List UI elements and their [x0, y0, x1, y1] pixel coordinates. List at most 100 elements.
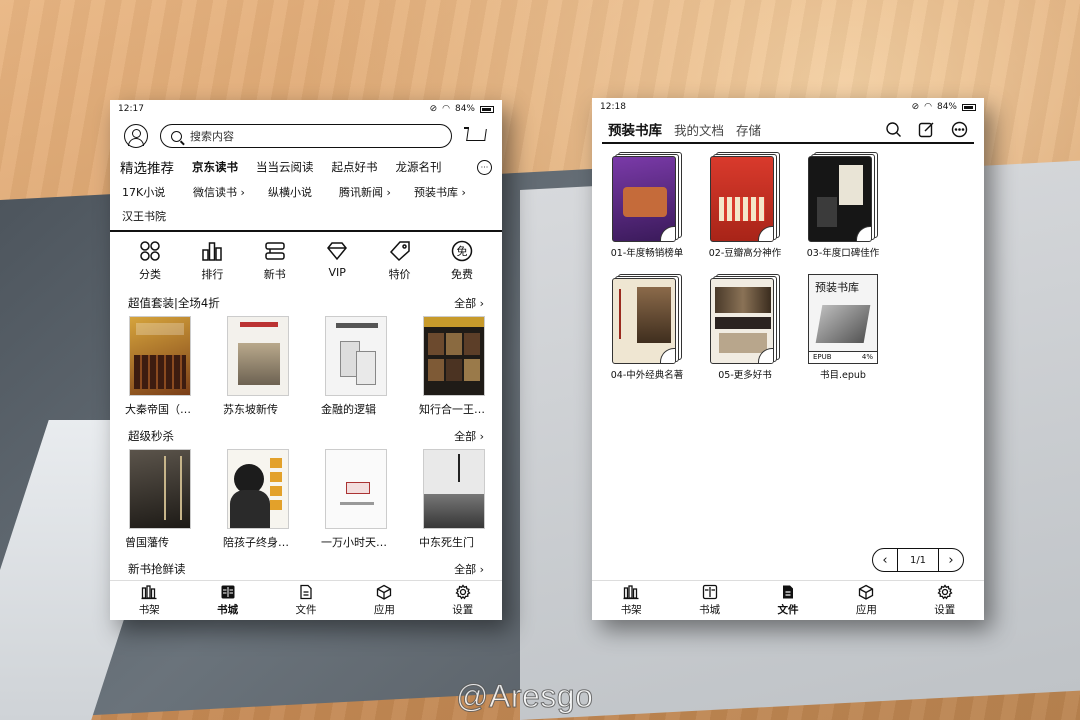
- free-icon: 免: [451, 240, 473, 261]
- search-input[interactable]: 搜索内容: [160, 124, 452, 148]
- category-free[interactable]: 免 免费: [434, 240, 490, 282]
- category-new-books[interactable]: 新书: [247, 240, 303, 282]
- book-item[interactable]: 一万小时天才理论: [321, 448, 391, 550]
- tab-longyuan[interactable]: 龙源名刊: [396, 159, 442, 175]
- category-classify[interactable]: 分类: [122, 240, 178, 282]
- book-item[interactable]: 苏东坡新传: [223, 315, 290, 417]
- sub-source-17k[interactable]: 17K小说: [122, 180, 193, 204]
- nav-apps[interactable]: 应用: [836, 581, 896, 620]
- tag-icon: [389, 240, 410, 261]
- view-all-link[interactable]: 全部 ›: [454, 295, 484, 311]
- book-item[interactable]: 大秦帝国（全套）: [125, 315, 195, 417]
- no-alarm-icon: ⊘: [429, 104, 438, 114]
- edit-icon[interactable]: [918, 121, 935, 138]
- folder-item[interactable]: 02-豆瓣高分神作: [696, 151, 794, 260]
- book-title: 一万小时天才理论: [321, 535, 391, 549]
- tab-featured[interactable]: 精选推荐: [120, 157, 174, 177]
- category-sale[interactable]: 特价: [372, 240, 428, 282]
- prev-page-button[interactable]: ‹: [873, 548, 897, 572]
- next-page-button[interactable]: ›: [939, 548, 963, 572]
- avatar-icon[interactable]: [124, 124, 148, 148]
- book-item[interactable]: 知行合一王阳明: [419, 315, 489, 417]
- view-all-link[interactable]: 全部 ›: [454, 561, 484, 577]
- book-cover: [325, 448, 387, 529]
- sub-source-tencent[interactable]: 腾讯新闻 ›: [339, 180, 414, 204]
- sub-source-zongheng[interactable]: 纵横小说: [268, 180, 339, 204]
- sub-source-hanwang[interactable]: 汉王书院: [122, 204, 193, 228]
- bookstore-screen: 12:17 ⊘ ◠ 84% 搜索内容 精选推荐 京东读书 当当云阅读 起点好书 …: [110, 100, 502, 620]
- tab-jd-reading[interactable]: 京东读书: [192, 159, 238, 175]
- bookshelf-icon: [623, 585, 639, 600]
- search-icon[interactable]: [885, 121, 902, 138]
- bookstore-icon: [221, 585, 235, 599]
- tab-storage[interactable]: 存储: [736, 120, 761, 139]
- settings-icon: [455, 584, 471, 600]
- nav-settings[interactable]: 设置: [915, 581, 975, 620]
- folder-item[interactable]: 05-更多好书: [696, 273, 794, 382]
- cart-icon[interactable]: [464, 126, 488, 146]
- ranking-icon: [202, 241, 223, 261]
- nav-bookshelf[interactable]: 书架: [119, 581, 179, 620]
- section-header: 新书抢鲜读 全部 ›: [110, 556, 502, 582]
- nav-bookstore[interactable]: 书城: [198, 581, 258, 620]
- tab-preinstalled-library[interactable]: 预装书库: [608, 119, 662, 139]
- folder-item[interactable]: 03-年度口碑佳作: [794, 151, 892, 260]
- folder-item[interactable]: 01-年度畅销榜单: [598, 151, 696, 260]
- book-title: 曾国藩传: [125, 535, 169, 549]
- folder-label: 03-年度口碑佳作: [806, 247, 880, 259]
- files-screen: 12:18 ⊘ ◠ 84% 预装书库 我的文档 存储 01-年度畅销榜单 02-…: [592, 98, 984, 620]
- nav-bookstore[interactable]: 书城: [680, 581, 740, 620]
- tab-qidian[interactable]: 起点好书: [332, 159, 378, 175]
- book-item[interactable]: 金融的逻辑: [321, 315, 388, 417]
- section-header: 超级秒杀 全部 ›: [110, 423, 502, 449]
- book-title: 知行合一王阳明: [419, 402, 489, 416]
- book-cover: [227, 448, 289, 529]
- book-row: 大秦帝国（全套） 苏东坡新传 金融的逻辑: [110, 315, 502, 417]
- file-format: EPUB: [813, 353, 832, 361]
- category-bar: 分类 排行 新书 VIP 特价 免 免费: [110, 232, 502, 282]
- book-item[interactable]: 中东死生门: [419, 448, 486, 550]
- grid-icon: [140, 240, 160, 261]
- bookshelf-icon: [141, 585, 157, 600]
- diamond-icon: [327, 241, 348, 260]
- book-cover: [129, 448, 191, 529]
- new-book-icon: [265, 241, 285, 260]
- book-title: 陪孩子终身成长: [223, 535, 293, 549]
- battery-percent: 84%: [936, 102, 957, 112]
- category-ranking[interactable]: 排行: [184, 240, 240, 282]
- sub-source-weixin[interactable]: 微信读书 ›: [193, 180, 268, 204]
- nav-files[interactable]: 文件: [276, 581, 336, 620]
- folder-stack: [710, 151, 780, 242]
- wifi-icon: ◠: [442, 104, 450, 114]
- search-placeholder: 搜索内容: [190, 130, 234, 143]
- folder-grid: 01-年度畅销榜单 02-豆瓣高分神作 03-年度口碑佳作 04-中外经典名著 …: [592, 144, 984, 404]
- more-icon[interactable]: [951, 121, 968, 138]
- folder-item[interactable]: 04-中外经典名著: [598, 273, 696, 382]
- folder-label: 02-豆瓣高分神作: [708, 247, 782, 259]
- status-time: 12:18: [600, 102, 626, 112]
- folder-label: 01-年度畅销榜单: [610, 247, 684, 259]
- nav-files[interactable]: 文件: [758, 581, 818, 620]
- book-item[interactable]: 曾国藩传: [125, 448, 192, 550]
- nav-settings[interactable]: 设置: [433, 581, 493, 620]
- folder-label: 05-更多好书: [718, 369, 772, 381]
- tab-my-documents[interactable]: 我的文档: [674, 120, 724, 139]
- more-icon[interactable]: ···: [477, 159, 492, 175]
- book-item[interactable]: 陪孩子终身成长: [223, 448, 293, 550]
- nav-apps[interactable]: 应用: [354, 581, 414, 620]
- book-cover: [325, 315, 387, 396]
- battery-icon: [480, 105, 494, 113]
- status-time: 12:17: [118, 104, 144, 114]
- battery-percent: 84%: [454, 104, 475, 114]
- book-title: 大秦帝国（全套）: [125, 402, 195, 416]
- sub-source-preinstalled[interactable]: 预装书库 ›: [414, 180, 489, 204]
- tab-dangdang[interactable]: 当当云阅读: [256, 159, 314, 175]
- book-title: 苏东坡新传: [223, 402, 278, 416]
- folder-stack: [612, 151, 682, 242]
- category-vip[interactable]: VIP: [309, 240, 365, 282]
- nav-bookshelf[interactable]: 书架: [601, 581, 661, 620]
- view-all-link[interactable]: 全部 ›: [454, 428, 484, 444]
- book-cover: [129, 315, 191, 396]
- sub-source-list: 17K小说 微信读书 › 纵横小说 腾讯新闻 › 预装书库 › 汉王书院: [110, 180, 502, 228]
- epub-file-item[interactable]: 预装书库 EPUB 4% 书目.epub: [794, 273, 892, 382]
